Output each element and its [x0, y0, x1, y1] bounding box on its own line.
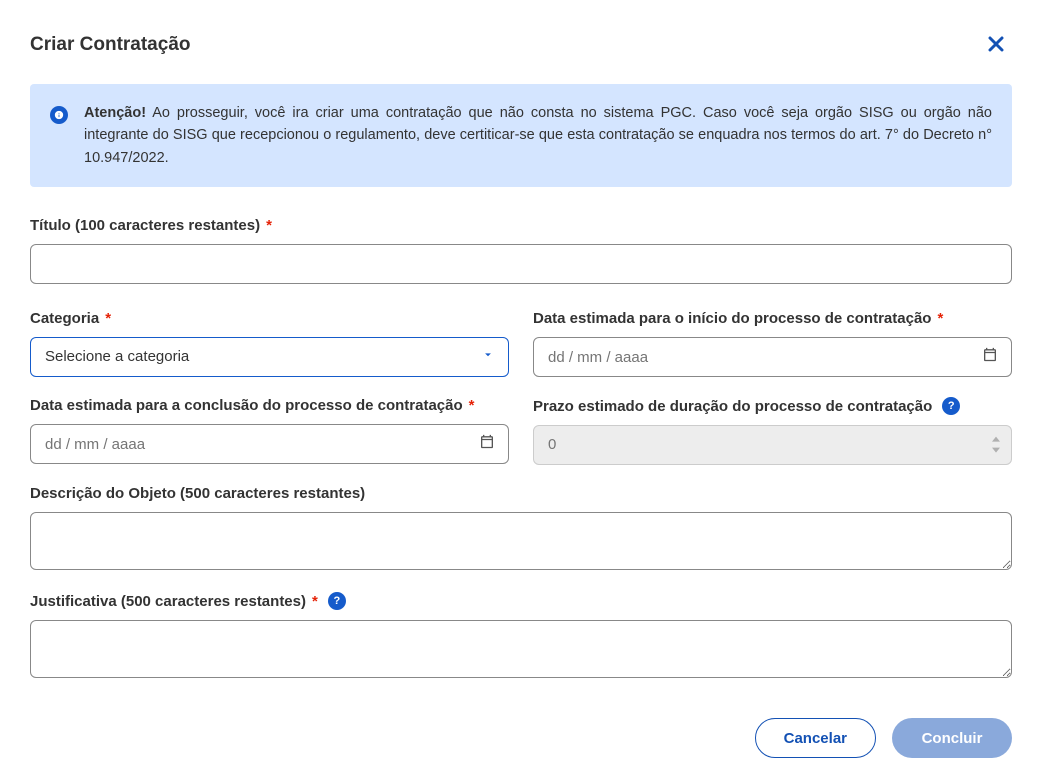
- help-icon[interactable]: ?: [942, 397, 960, 415]
- categoria-label: Categoria *: [30, 310, 509, 327]
- prazo-value: 0: [548, 436, 556, 453]
- prazo-label-text: Prazo estimado de duração do processo de…: [533, 398, 932, 415]
- data-inicio-input[interactable]: [533, 337, 1012, 377]
- confirm-button[interactable]: Concluir: [892, 718, 1012, 758]
- prazo-label: Prazo estimado de duração do processo de…: [533, 397, 1012, 415]
- required-mark: *: [312, 593, 318, 610]
- descricao-label: Descrição do Objeto (500 caracteres rest…: [30, 485, 1012, 502]
- required-mark: *: [266, 217, 272, 234]
- alert-text: Atenção! Ao prosseguir, você ira criar u…: [84, 102, 992, 169]
- stepper-icon: [991, 437, 1001, 454]
- data-conclusao-label: Data estimada para a conclusão do proces…: [30, 397, 509, 414]
- required-mark: *: [937, 310, 943, 327]
- justificativa-textarea[interactable]: [30, 620, 1012, 678]
- titulo-input[interactable]: [30, 244, 1012, 284]
- data-conclusao-input[interactable]: [30, 424, 509, 464]
- help-icon[interactable]: ?: [328, 592, 346, 610]
- required-mark: *: [469, 397, 475, 414]
- justificativa-label-text: Justificativa (500 caracteres restantes): [30, 593, 306, 610]
- titulo-label: Título (100 caracteres restantes) *: [30, 217, 1012, 234]
- alert-info: Atenção! Ao prosseguir, você ira criar u…: [30, 84, 1012, 187]
- close-icon: [988, 36, 1004, 52]
- data-inicio-label: Data estimada para o início do processo …: [533, 310, 1012, 327]
- alert-body: Ao prosseguir, você ira criar uma contra…: [84, 105, 992, 166]
- cancel-button[interactable]: Cancelar: [755, 718, 876, 758]
- alert-bold: Atenção!: [84, 105, 146, 121]
- prazo-input: 0: [533, 425, 1012, 465]
- required-mark: *: [105, 310, 111, 327]
- titulo-label-text: Título (100 caracteres restantes): [30, 217, 260, 234]
- justificativa-label: Justificativa (500 caracteres restantes)…: [30, 592, 1012, 610]
- categoria-label-text: Categoria: [30, 310, 99, 327]
- descricao-label-text: Descrição do Objeto (500 caracteres rest…: [30, 485, 365, 502]
- descricao-textarea[interactable]: [30, 512, 1012, 570]
- data-inicio-label-text: Data estimada para o início do processo …: [533, 310, 931, 327]
- data-conclusao-label-text: Data estimada para a conclusão do proces…: [30, 397, 463, 414]
- close-button[interactable]: [980, 30, 1012, 60]
- modal-title: Criar Contratação: [30, 34, 191, 56]
- categoria-select[interactable]: Selecione a categoria: [30, 337, 509, 377]
- info-icon: [50, 106, 68, 124]
